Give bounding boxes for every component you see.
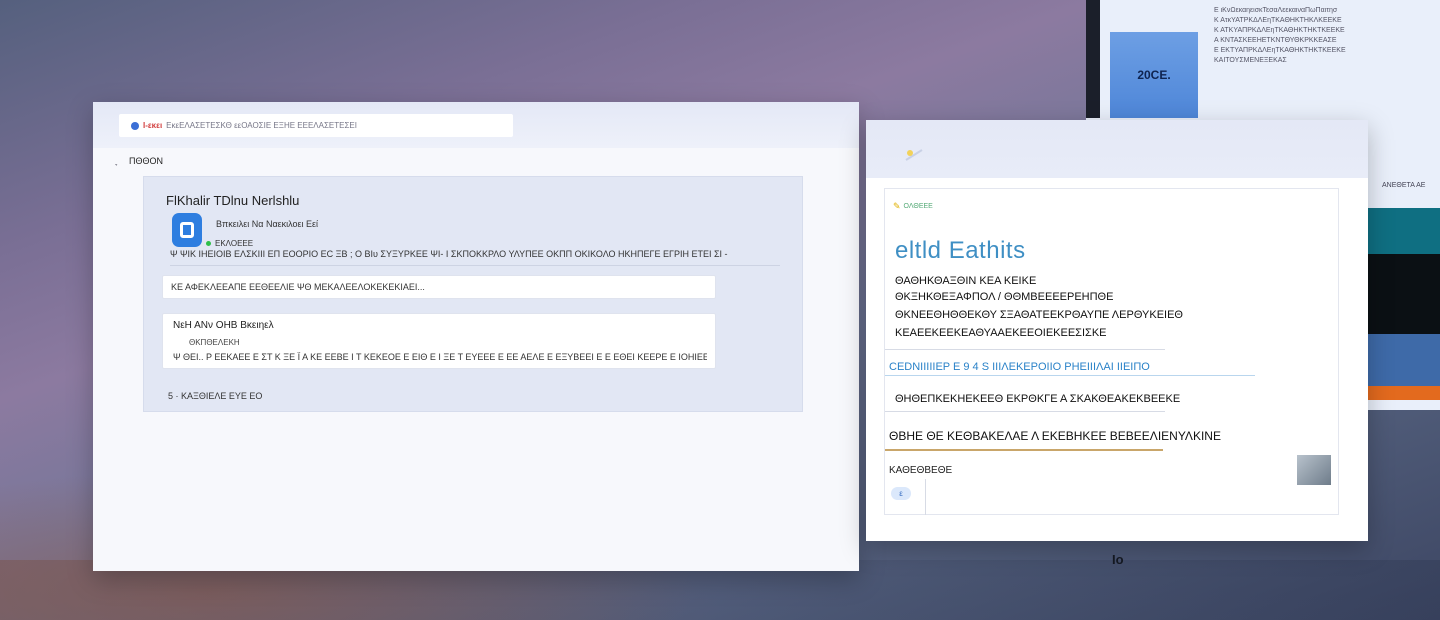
message-title: ΝεΗ ΑΝν ΟΗΒ Βκειηελ: [173, 320, 274, 331]
compose-title: FlKhalir TDlnu Nerlshlu: [166, 193, 300, 208]
document-header-text: ΟΛΘΕΕΕ: [903, 203, 933, 210]
tile-label: 20CE.: [1137, 68, 1171, 82]
document-window[interactable]: ✎ ΟΛΘΕΕΕ eltld Eathits ΘΑΘΗΚΘΑΞΘΙΝ ΚΕΑ Κ…: [866, 120, 1368, 541]
highlighted-line: ΘΒΗΕ ΘΕ ΚΕΘΒΑΚΕΛΑΕ Λ ΕΚΕΒΗΚΕΕ ΒΕΒΕΕΛΙΕΝΥ…: [889, 429, 1221, 443]
app-icon[interactable]: [172, 213, 202, 247]
blue-stripe: [1366, 334, 1440, 386]
compose-subtitle: Βπκειλει Να Ναεκιλοει Εεί: [216, 219, 319, 229]
document-line: ΘΚΞΗΚΘΕΞΑΦΠΟΛ / ΘΘΜΒΕΕΕΕΡΕΗΠΘΕ: [895, 291, 1114, 303]
text-line: Κ ΑΤΚΥΑΠΡΚΔΛΕηΤΚΑΘΗΚΤΗΚΤΚΕΕΚΕ: [1214, 27, 1345, 34]
text-line: Ε ιΚνΩεκαηεισκΤεσαΛεεκαιναΠωΠαιτησ: [1214, 7, 1338, 14]
message-card[interactable]: ΝεΗ ΑΝν ΟΗΒ Βκειηελ ΘΚΠΘΕΛΕΚΗ Ψ ΘΕΙ.. Ρ …: [162, 313, 716, 369]
site-name: Ι-εκει: [143, 121, 163, 130]
text-line: ΚΑΙΤΟΥΣΜΕΝΕΞΕΚΑΣ: [1214, 57, 1287, 64]
teal-stripe: [1366, 208, 1440, 254]
message-input[interactable]: ΚΕ ΑΦΕΚΛΕΕΑΠΕ ΕΕΘΕΕΛΙΕ ΨΘ ΜΕΚΑΛΕΕΛΟΚΕΚΕΚ…: [162, 275, 716, 299]
thumbnail-tile[interactable]: 20CE.: [1110, 32, 1198, 118]
image-thumbnail[interactable]: [1297, 455, 1331, 485]
document-note: ΚΑΘΕΘΒΕΘΕ: [889, 465, 953, 476]
divider: [885, 411, 1165, 412]
dark-stripe: [1366, 254, 1440, 334]
link-underline: [885, 375, 1255, 376]
pen-icon: [905, 149, 923, 161]
status-text: ΕΚΛΟΕΕΕ: [215, 239, 254, 248]
url-text: ΕκεΕΛΑΣΕΤΕΣΚΘ εεΟΑΟΣΙΕ ΕΞΗΕ ΕΕΕΛΑΣΕΤΕΣΕΙ: [166, 121, 357, 130]
document-line: ΘΑΘΗΚΘΑΞΘΙΝ ΚΕΑ ΚΕΙΚΕ: [895, 275, 1037, 287]
text-line: Κ ΑτκΥΑΤΡΚΔΛΕηΤΚΑΘΗΚΤΗΚΛΚΕΕΚΕ: [1214, 17, 1342, 24]
message-subtitle: ΘΚΠΘΕΛΕΚΗ: [189, 338, 240, 347]
card-footer-link[interactable]: 5 · ΚΑΞΘΙΕΛΕ ΕΥΕ ΕΟ: [168, 391, 262, 401]
document-line: ΘΗΘΕΠΚΕΚΗΕΚΕΕΘ ΕΚΡΘΚΓΕ Α ΣΚΑΚΘΕΑΚΕΚΒΕΕΚΕ: [895, 393, 1181, 405]
document-line: ΚΕΑΕΕΚΕΕΚΕΑΘΥΑΑΕΚΕΕΟΙΕΚΕΕΣΙΣΚΕ: [895, 327, 1107, 339]
pencil-icon: ✎: [893, 201, 901, 211]
document-link[interactable]: CEDNΙΙΙΙΙΕΡ Ε 9 4 S ΙΙΙΛΕΚΕΡΟΙΙΟ ΡΗΕΙΙΙΛ…: [889, 361, 1150, 373]
message-body: Ψ ΘΕΙ.. Ρ ΕΕΚΑΕΕ Ε ΣΤ Κ ΞΕ Ϊ Α ΚΕ ΕΕΒΕ Ι…: [173, 352, 707, 362]
orange-stripe: [1366, 386, 1440, 400]
text-line: Ε ΕΚΤΥΑΠΡΚΔΛΕηΤΚΑΘΗΚΤΗΚΤΚΕΕΚΕ: [1214, 47, 1346, 54]
document-titlebar: [866, 120, 1368, 178]
window-edge: [1086, 0, 1100, 118]
divider: [925, 479, 926, 515]
document-line: ΘΚΝΕΕΘΗΘΘΕΚΘΥ ΣΞΑΘΑΤΕΕΚΡΘΑΥΠΕ ΛΕΡΘΥΚΕΙΕΘ: [895, 309, 1183, 321]
main-window[interactable]: Ι-εκει ΕκεΕΛΑΣΕΤΕΣΚΘ εεΟΑΟΣΙΕ ΕΞΗΕ ΕΕΕΛΑ…: [93, 102, 859, 571]
document-page: ✎ ΟΛΘΕΕΕ eltld Eathits ΘΑΘΗΚΘΑΞΘΙΝ ΚΕΑ Κ…: [884, 188, 1339, 515]
breadcrumb-current[interactable]: ΠΘΘΟΝ: [129, 156, 163, 166]
divider: [885, 349, 1165, 350]
compose-header: FlKhalir TDlnu Nerlshlu Βπκειλει Να Ναεκ…: [162, 187, 782, 255]
panel-caption: ΑΝΕΘΕΤΑ ΑΕ: [1382, 182, 1426, 189]
info-row: Ψ ΨΙΚ ΙΗΕΙΟΙΒ ΕΛΣΚΙΙΙ ΕΠ ΕΟΟΡΙΟ ΕC ΞΒ ; …: [170, 249, 780, 266]
document-title: eltld Eathits: [895, 237, 1026, 264]
breadcrumb: ׇ ΠΘΘΟΝ: [115, 156, 163, 166]
site-favicon-icon: [131, 121, 139, 130]
status-indicator: ΕΚΛΟΕΕΕ: [206, 239, 253, 248]
address-bar[interactable]: Ι-εκει ΕκεΕΛΑΣΕΤΕΣΚΘ εεΟΑΟΣΙΕ ΕΞΗΕ ΕΕΕΛΑ…: [119, 114, 513, 137]
bottom-label: Ιο: [1112, 552, 1124, 567]
document-header: ✎ ΟΛΘΕΕΕ: [893, 201, 933, 212]
highlight-underline: [885, 449, 1163, 451]
content-card: FlKhalir TDlnu Nerlshlu Βπκειλει Να Ναεκ…: [143, 176, 803, 412]
text-line: Α ΚΝΤΑΣΚΕΕΗΕΤΚΝΤΘΥΘΚΡΚΚΕΑΣΕ: [1214, 37, 1337, 44]
window-titlebar: Ι-εκει ΕκεΕΛΑΣΕΤΕΣΚΘ εεΟΑΟΣΙΕ ΕΞΗΕ ΕΕΕΛΑ…: [93, 102, 859, 148]
text-block: Ε ιΚνΩεκαηεισκΤεσαΛεεκαιναΠωΠαιτησ Κ Ατκ…: [1214, 6, 1424, 66]
online-dot-icon: [206, 241, 211, 246]
tag-pill[interactable]: ε: [891, 487, 911, 500]
